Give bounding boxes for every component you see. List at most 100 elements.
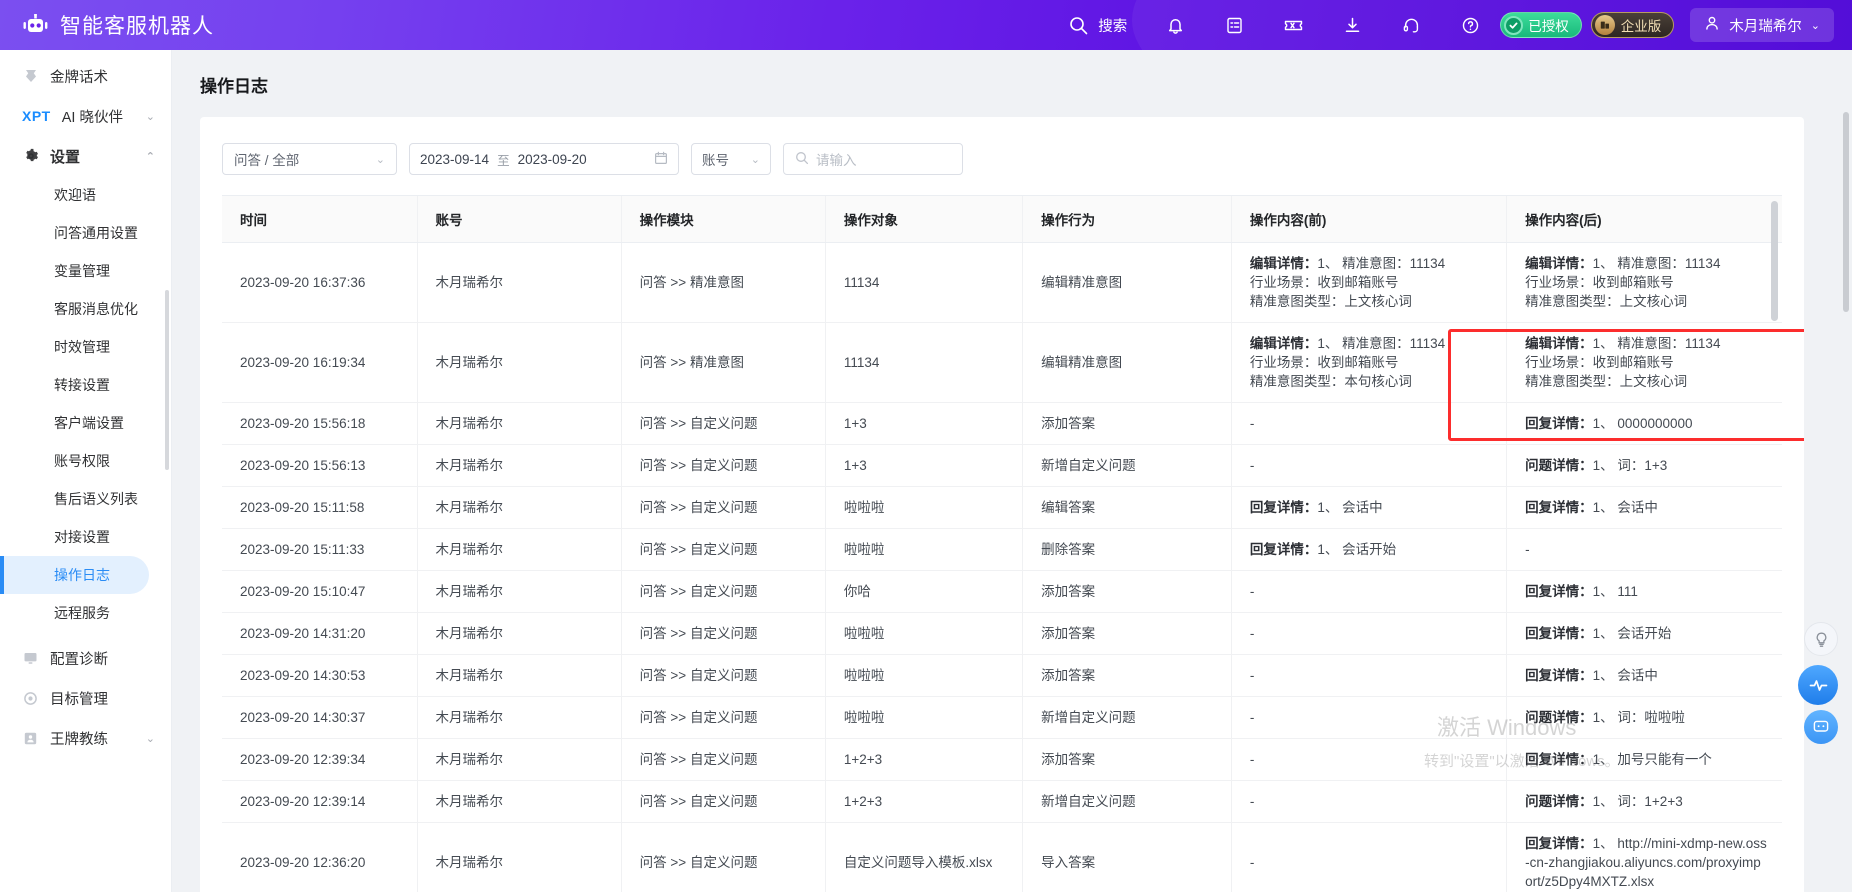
content-line-text: - xyxy=(1249,794,1255,809)
sidebar-item-variables[interactable]: 变量管理 xyxy=(0,252,149,290)
content-line: - xyxy=(1250,853,1492,872)
col-header-content-after[interactable]: 操作内容(后) xyxy=(1506,195,1782,243)
content-line: 回复详情：1、 加号只能有一个 xyxy=(1525,750,1768,769)
cell-content-before: 编辑详情：1、 精准意图：11134 行业场景：收到邮箱账号 精准意图类型：上文核心… xyxy=(1230,242,1507,323)
date-start-input[interactable]: 2023-09-14 xyxy=(420,152,489,167)
chat-fab[interactable] xyxy=(1804,710,1838,744)
cell-module: 问答 >> 自定义问题 xyxy=(620,570,826,613)
table-scrollbar[interactable] xyxy=(1771,201,1778,321)
col-header-account[interactable]: 账号 xyxy=(416,195,622,243)
lightbulb-fab[interactable] xyxy=(1804,622,1838,656)
cell-content-after: 回复详情：1、 会话开始 xyxy=(1506,612,1782,655)
content-line: 回复详情：1、 会话开始 xyxy=(1250,540,1492,559)
sidebar-item-client-settings[interactable]: 客户端设置 xyxy=(0,404,149,442)
sidebar-item-integration[interactable]: 对接设置 xyxy=(0,518,149,556)
coupon-button[interactable] xyxy=(1264,0,1323,50)
col-header-object[interactable]: 操作对象 xyxy=(824,195,1023,243)
cell-content-before: - xyxy=(1230,570,1507,613)
cell-module: 问答 >> 自定义问题 xyxy=(620,822,826,892)
content-line-label: 回复详情： xyxy=(1525,836,1593,851)
check-icon xyxy=(1504,15,1524,35)
operation-log-table: 时间 账号 操作模块 操作对象 操作行为 操作内容(前) 操作内容(后) 202… xyxy=(222,195,1782,892)
content-line-label: 编辑详情： xyxy=(1249,336,1318,351)
cell-module: 问答 >> 自定义问题 xyxy=(620,738,826,781)
table-row[interactable]: 2023-09-20 12:36:20 木月瑞希尔 问答 >> 自定义问题 自定义问题… xyxy=(222,822,1782,892)
content-line-label: 编辑详情： xyxy=(1525,256,1593,271)
help-button[interactable] xyxy=(1441,0,1500,50)
content-line: 编辑详情：1、 精准意图：11134 xyxy=(1250,254,1492,273)
sidebar-item-message-optimize[interactable]: 客服消息优化 xyxy=(0,290,149,328)
cell-account: 木月瑞希尔 xyxy=(416,528,622,571)
sidebar-item-operation-log[interactable]: 操作日志 xyxy=(0,556,149,594)
table-row[interactable]: 2023-09-20 12:39:14 木月瑞希尔 问答 >> 自定义问题 1+2+3… xyxy=(222,780,1782,823)
col-header-action[interactable]: 操作行为 xyxy=(1022,195,1232,243)
table-row[interactable]: 2023-09-20 14:30:53 木月瑞希尔 问答 >> 自定义问题 啦啦啦 添加… xyxy=(222,654,1782,697)
table-row[interactable]: 2023-09-20 15:11:33 木月瑞希尔 问答 >> 自定义问题 啦啦啦 删除… xyxy=(222,528,1782,571)
status-badge-enterprise: 企业版 xyxy=(1590,12,1675,38)
content-line-label: 回复详情： xyxy=(1249,500,1318,515)
sidebar-group-settings[interactable]: 设置 ⌃ xyxy=(0,136,171,176)
col-header-time[interactable]: 时间 xyxy=(222,195,417,243)
content-line-text: - xyxy=(1249,710,1255,725)
content-line-label: 回复详情： xyxy=(1249,542,1318,557)
table-header-row: 时间 账号 操作模块 操作对象 操作行为 操作内容(前) 操作内容(后) xyxy=(222,195,1782,243)
table-row[interactable]: 2023-09-20 15:10:47 木月瑞希尔 问答 >> 自定义问题 你哈 添加答… xyxy=(222,570,1782,613)
table-row[interactable]: 2023-09-20 15:11:58 木月瑞希尔 问答 >> 自定义问题 啦啦啦 编辑… xyxy=(222,486,1782,529)
table-row[interactable]: 2023-09-20 14:31:20 木月瑞希尔 问答 >> 自定义问题 啦啦啦 添加… xyxy=(222,612,1782,655)
sidebar-item-welcome[interactable]: 欢迎语 xyxy=(0,176,149,214)
date-end-input[interactable]: 2023-09-20 xyxy=(518,152,587,167)
module-select[interactable]: 问答 / 全部 ⌄ xyxy=(222,143,397,175)
sidebar-item-golden-scripts[interactable]: 金牌话术 xyxy=(0,56,171,96)
sidebar-item-label: 客户端设置 xyxy=(54,415,124,431)
medal-icon xyxy=(22,68,39,85)
content-line-text: 精准意图类型：上文核心词 xyxy=(1525,374,1688,389)
download-button[interactable] xyxy=(1323,0,1382,50)
table-row[interactable]: 2023-09-20 16:19:34 木月瑞希尔 问答 >> 精准意图 11134 编… xyxy=(222,322,1782,403)
account-select[interactable]: 账号 ⌄ xyxy=(691,143,771,175)
cell-module: 问答 >> 精准意图 xyxy=(620,242,826,323)
sidebar-item-config-diagnosis[interactable]: 配置诊断 xyxy=(0,638,171,678)
pulse-fab[interactable] xyxy=(1798,665,1838,705)
notifications-button[interactable] xyxy=(1146,0,1205,50)
content-line-text: 行业场景：收到邮箱账号 xyxy=(1249,275,1399,290)
table-row[interactable]: 2023-09-20 15:56:18 木月瑞希尔 问答 >> 自定义问题 1+3 添加… xyxy=(222,402,1782,445)
sidebar-item-ai-partner[interactable]: XPT AI 晓伙伴 ⌄ xyxy=(0,96,171,136)
tasks-button[interactable] xyxy=(1205,0,1264,50)
sidebar-item-timeliness[interactable]: 时效管理 xyxy=(0,328,149,366)
table-row[interactable]: 2023-09-20 12:39:34 木月瑞希尔 问答 >> 自定义问题 1+2+3… xyxy=(222,738,1782,781)
content-line-label: 回复详情： xyxy=(1525,416,1593,431)
sidebar-item-remote-service[interactable]: 远程服务 xyxy=(0,594,149,632)
cell-object: 啦啦啦 xyxy=(824,612,1023,655)
sidebar-item-goal-management[interactable]: 目标管理 xyxy=(0,678,171,718)
content-line: - xyxy=(1250,414,1492,433)
cell-content-before: 编辑详情：1、 精准意图：11134 行业场景：收到邮箱账号 精准意图类型：本句核心… xyxy=(1230,322,1507,403)
chevron-down-icon: ⌄ xyxy=(750,153,760,166)
search-input[interactable]: 请输入 xyxy=(783,143,963,175)
content-line-label: 回复详情： xyxy=(1525,752,1593,767)
support-button[interactable] xyxy=(1382,0,1441,50)
table-row[interactable]: 2023-09-20 14:30:37 木月瑞希尔 问答 >> 自定义问题 啦啦啦 新增… xyxy=(222,696,1782,739)
table-row[interactable]: 2023-09-20 16:37:36 木月瑞希尔 问答 >> 精准意图 11134 编… xyxy=(222,242,1782,323)
sidebar-item-account-permission[interactable]: 账号权限 xyxy=(0,442,149,480)
cell-object: 1+2+3 xyxy=(824,738,1023,781)
main-scrollbar[interactable] xyxy=(1843,112,1849,312)
sidebar-item-transfer[interactable]: 转接设置 xyxy=(0,366,149,404)
cell-content-before: - xyxy=(1230,780,1507,823)
date-range-picker[interactable]: 2023-09-14 至 2023-09-20 xyxy=(409,143,679,175)
cell-object: 啦啦啦 xyxy=(824,696,1023,739)
col-header-content-before[interactable]: 操作内容(前) xyxy=(1230,195,1507,243)
module-select-value: 问答 / 全部 xyxy=(234,153,300,168)
cell-action: 添加答案 xyxy=(1022,612,1232,655)
user-menu[interactable]: 木月瑞希尔 ⌄ xyxy=(1690,8,1834,42)
search-button[interactable]: 搜索 xyxy=(1049,0,1146,50)
sidebar-item-qa-general[interactable]: 问答通用设置 xyxy=(0,214,149,252)
sidebar-item-ace-coach[interactable]: 王牌教练 ⌄ xyxy=(0,718,171,758)
ticket-icon xyxy=(1283,15,1304,36)
search-icon xyxy=(795,151,809,168)
sidebar-scrollbar[interactable] xyxy=(165,290,169,470)
col-header-module[interactable]: 操作模块 xyxy=(620,195,826,243)
cell-module: 问答 >> 自定义问题 xyxy=(620,444,826,487)
content-line-text: - xyxy=(1249,626,1255,641)
sidebar-item-aftersale-semantics[interactable]: 售后语义列表 xyxy=(0,480,149,518)
table-row[interactable]: 2023-09-20 15:56:13 木月瑞希尔 问答 >> 自定义问题 1+3 新增… xyxy=(222,444,1782,487)
